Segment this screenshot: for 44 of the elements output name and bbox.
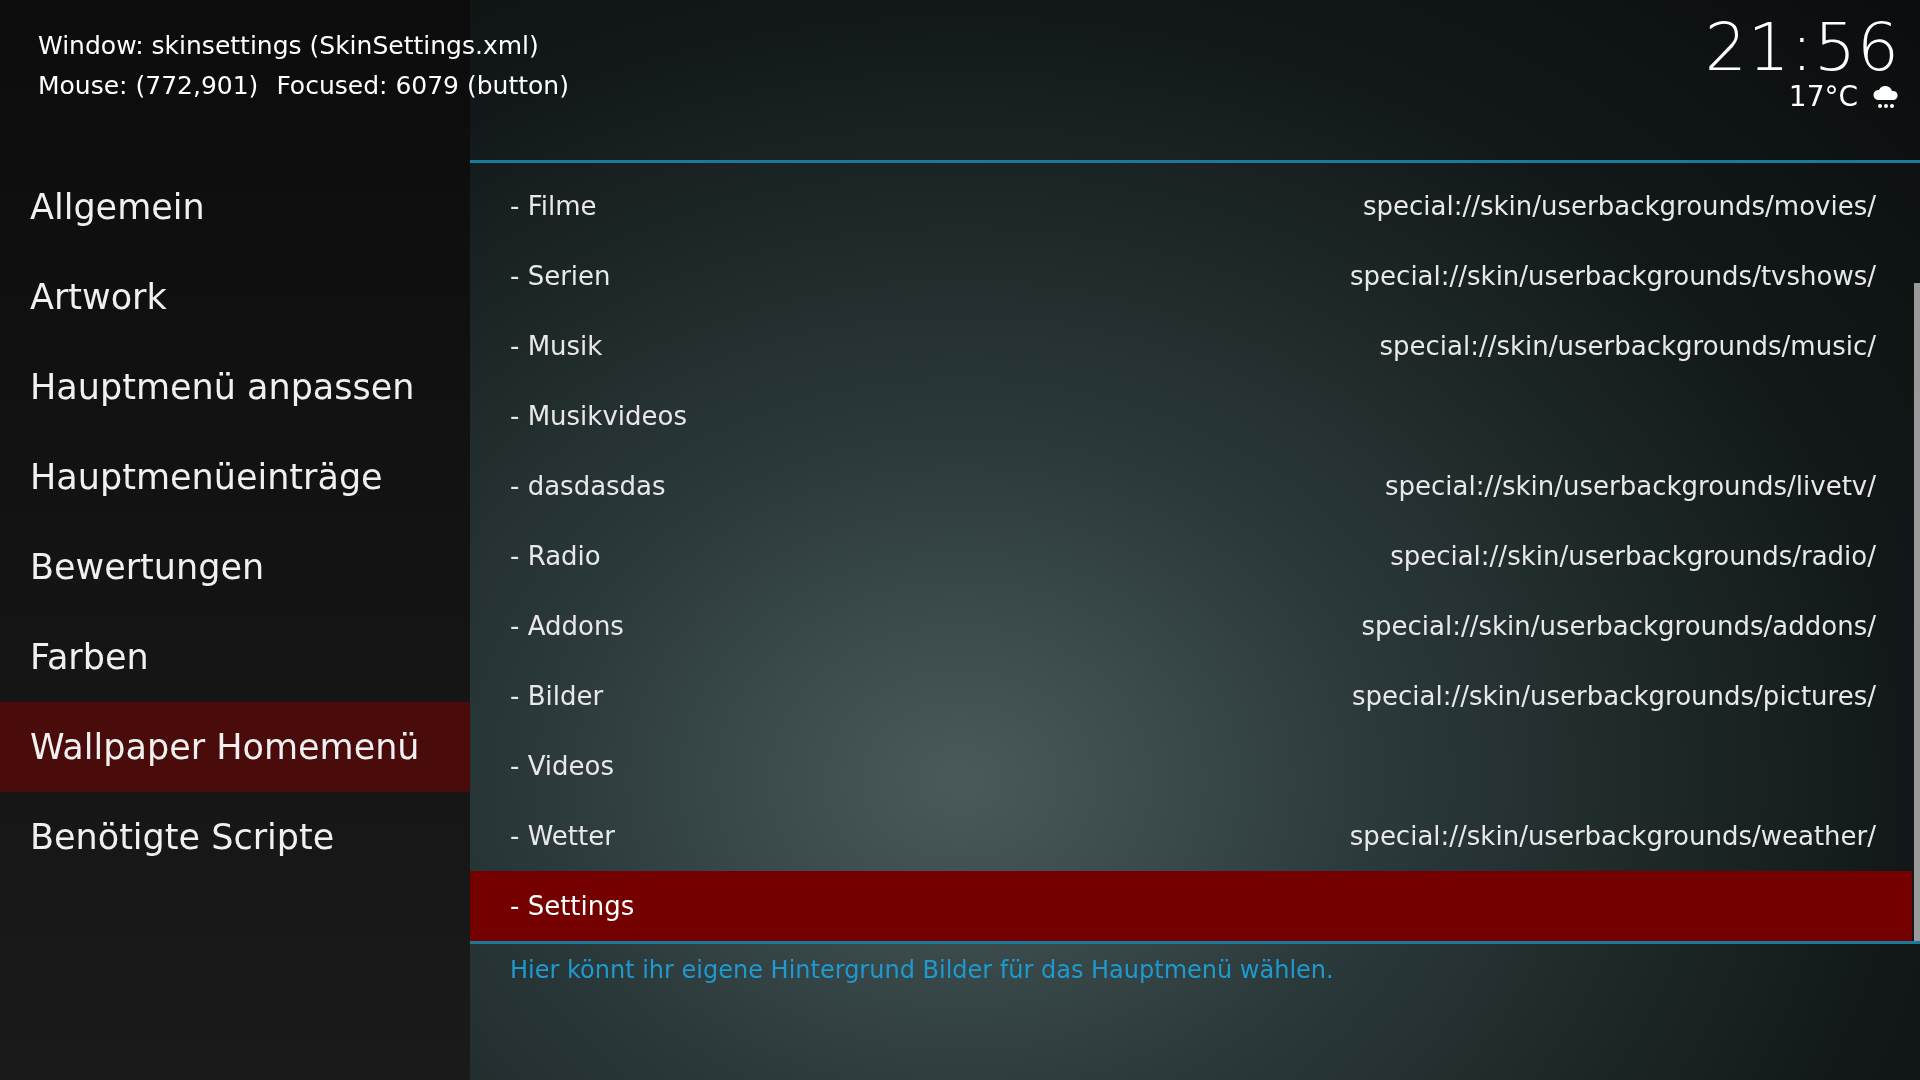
setting-label: - Addons: [510, 611, 624, 641]
setting-value: special://skin/userbackgrounds/weather/: [1349, 821, 1876, 851]
setting-row[interactable]: - Bilder special://skin/userbackgrounds/pictures/: [470, 661, 1912, 731]
setting-label: - Musik: [510, 331, 603, 361]
sidebar-item[interactable]: Bewertungen: [0, 522, 470, 612]
setting-label: - Videos: [510, 751, 615, 781]
setting-value: special://skin/userbackgrounds/pictures/: [1352, 681, 1876, 711]
setting-row[interactable]: - Musikvideos: [470, 381, 1912, 451]
setting-row[interactable]: - Videos: [470, 731, 1912, 801]
setting-value: special://skin/userbackgrounds/music/: [1379, 331, 1876, 361]
rain-cloud-icon: [1872, 83, 1900, 110]
setting-row[interactable]: - Wetter special://skin/userbackgrounds/weather/: [470, 801, 1912, 871]
setting-label: - Filme: [510, 191, 597, 221]
setting-label: - Radio: [510, 541, 601, 571]
setting-value: special://skin/userbackgrounds/tvshows/: [1350, 261, 1876, 291]
setting-row[interactable]: - Addons special://skin/userbackgrounds/addons/: [470, 591, 1912, 661]
setting-row[interactable]: - Settings: [470, 871, 1912, 941]
setting-row[interactable]: - Serien special://skin/userbackgrounds/tvshows/: [470, 241, 1912, 311]
debug-window-info: Window: skinsettings (SkinSettings.xml): [38, 30, 539, 62]
setting-label: - Wetter: [510, 821, 615, 851]
setting-label: - Serien: [510, 261, 611, 291]
setting-row[interactable]: - Musik special://skin/userbackgrounds/music/: [470, 311, 1912, 381]
sidebar-item[interactable]: Allgemein: [0, 162, 470, 252]
setting-label: - Bilder: [510, 681, 604, 711]
help-text: Hier könnt ihr eigene Hintergrund Bilder für das Hauptmenü wählen.: [509, 955, 1335, 984]
scrollbar[interactable]: [1914, 283, 1920, 941]
setting-row[interactable]: - Radio special://skin/userbackgrounds/radio/: [470, 521, 1912, 591]
sidebar-item[interactable]: Artwork: [0, 252, 470, 342]
sidebar-item[interactable]: Farben: [0, 612, 470, 702]
setting-value: special://skin/userbackgrounds/addons/: [1361, 611, 1876, 641]
sidebar-item[interactable]: Hauptmenüeinträge: [0, 432, 470, 522]
setting-label: - Musikvideos: [510, 401, 687, 431]
setting-value: special://skin/userbackgrounds/radio/: [1390, 541, 1876, 571]
setting-value: special://skin/userbackgrounds/movies/: [1363, 191, 1876, 221]
setting-value: special://skin/userbackgrounds/livetv/: [1384, 471, 1876, 501]
setting-row[interactable]: - Filme special://skin/userbackgrounds/movies/: [470, 171, 1912, 241]
setting-label: - Settings: [510, 891, 635, 921]
debug-focus-info: Focused: 6079 (button): [276, 70, 569, 102]
debug-mouse-info: Mouse: (772,901): [38, 70, 259, 102]
setting-label: - dasdasdas: [510, 471, 666, 501]
setting-row[interactable]: - dasdasdas special://skin/userbackgrounds/livetv/: [470, 451, 1912, 521]
sidebar-item[interactable]: Benötigte Scripte: [0, 792, 470, 882]
sidebar-item[interactable]: Hauptmenü anpassen: [0, 342, 470, 432]
sidebar-item[interactable]: Wallpaper Homemenü: [0, 702, 470, 792]
